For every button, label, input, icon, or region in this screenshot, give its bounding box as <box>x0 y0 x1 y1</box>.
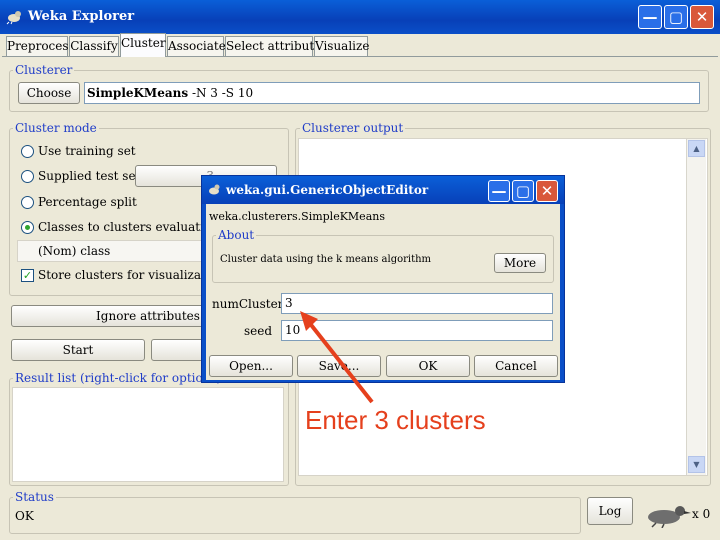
dialog-app-icon <box>209 184 220 195</box>
clusterer-output-label: Clusterer output <box>300 121 406 135</box>
status-group <box>9 497 581 534</box>
scroll-up-icon[interactable]: ▲ <box>688 140 705 157</box>
status-group-label: Status <box>13 490 56 504</box>
tab-classify[interactable]: Classify <box>69 36 119 56</box>
dialog-maximize-icon: ▢ <box>515 182 531 200</box>
minimize-icon: — <box>642 8 658 26</box>
dialog-close-button[interactable]: ✕ <box>536 180 558 202</box>
window-title: Weka Explorer <box>28 9 135 24</box>
scroll-down-icon[interactable]: ▼ <box>688 456 705 473</box>
clusterer-group-label: Clusterer <box>13 63 75 77</box>
store-clusters-label: Store clusters for visualization <box>38 268 225 282</box>
radio-label-use-training-set: Use training set <box>38 144 136 158</box>
close-icon: ✕ <box>695 8 709 26</box>
start-button[interactable]: Start <box>11 339 145 361</box>
dialog-minimize-icon: — <box>491 182 507 200</box>
radio-label-supplied-test-set: Supplied test set <box>38 169 141 183</box>
title-bar: Weka Explorer — ▢ ✕ <box>0 0 720 34</box>
radio-supplied-test-set[interactable] <box>21 170 34 183</box>
radio-percentage-split[interactable] <box>21 196 34 209</box>
status-text: OK <box>15 509 34 523</box>
log-button[interactable]: Log <box>587 497 633 525</box>
tab-visualize[interactable]: Visualize <box>314 36 369 56</box>
result-list[interactable] <box>12 387 284 482</box>
status-count: x 0 <box>692 507 711 521</box>
dialog-class-name: weka.clusterers.SimpleKMeans <box>209 210 385 223</box>
dialog-minimize-button[interactable]: — <box>488 180 510 202</box>
seed-label: seed <box>243 324 272 338</box>
radio-use-training-set[interactable] <box>21 145 34 158</box>
more-button[interactable]: More <box>494 253 546 273</box>
tab-cluster[interactable]: Cluster <box>120 33 166 57</box>
about-label: About <box>216 228 257 242</box>
close-button[interactable]: ✕ <box>690 5 714 29</box>
open-button[interactable]: Open... <box>209 355 293 377</box>
annotation-arrow <box>300 311 374 404</box>
store-clusters-checkbox[interactable]: ✓ <box>21 269 34 282</box>
clusterer-algo-name: SimpleKMeans <box>87 86 189 100</box>
minimize-button[interactable]: — <box>638 5 662 29</box>
radio-label-classes-to-clusters: Classes to clusters evaluation <box>38 220 219 234</box>
clusterer-config-field[interactable]: SimpleKMeans -N 3 -S 10 <box>84 82 700 104</box>
radio-label-percentage-split: Percentage split <box>38 195 137 209</box>
weka-bird-status-icon <box>648 506 691 528</box>
radio-classes-to-clusters[interactable] <box>21 221 34 234</box>
dialog-title-bar: weka.gui.GenericObjectEditor — ▢ ✕ <box>202 176 564 204</box>
dialog-maximize-button[interactable]: ▢ <box>512 180 534 202</box>
clusterer-algo-args: -N 3 -S 10 <box>191 86 254 100</box>
weka-bird-icon <box>6 11 21 25</box>
cluster-mode-group-label: Cluster mode <box>13 121 99 135</box>
maximize-button[interactable]: ▢ <box>664 5 688 29</box>
annotation-text: Enter 3 clusters <box>305 405 486 435</box>
ok-button[interactable]: OK <box>386 355 470 377</box>
output-scrollbar[interactable]: ▲ ▼ <box>686 139 706 475</box>
choose-button[interactable]: Choose <box>18 82 80 104</box>
maximize-icon: ▢ <box>668 8 684 26</box>
tab-select-attributes[interactable]: Select attributes <box>225 36 327 56</box>
tab-preprocess[interactable]: Preprocess <box>6 36 75 56</box>
tab-associate[interactable]: Associate <box>167 36 226 56</box>
about-text: Cluster data using the k means algorithm <box>220 254 432 265</box>
cancel-button[interactable]: Cancel <box>474 355 558 377</box>
numclusters-label: numClusters <box>212 297 290 311</box>
dialog-close-icon: ✕ <box>540 182 554 200</box>
result-list-label: Result list (right-click for options) <box>13 371 224 385</box>
dialog-title: weka.gui.GenericObjectEditor <box>226 183 429 197</box>
